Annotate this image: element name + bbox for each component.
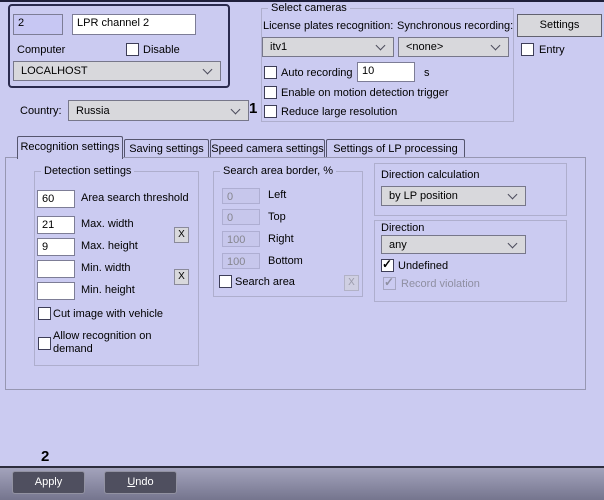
tab-speed-camera-settings[interactable]: Speed camera settings [210, 139, 325, 158]
direction-calculation-select[interactable]: by LP position [381, 186, 526, 206]
undefined-label: Undefined [398, 260, 448, 272]
chevron-down-icon [231, 104, 241, 114]
search-area-border-title: Search area border, % [220, 165, 336, 177]
annotation-marker-2: 2 [41, 448, 49, 465]
entry-checkbox[interactable] [521, 43, 534, 56]
chevron-down-icon [203, 65, 213, 75]
min-height-label: Min. height [81, 284, 135, 296]
lpr-camera-select[interactable]: itv1 [262, 37, 394, 57]
tab-recognition-settings[interactable]: Recognition settings [17, 136, 123, 159]
area-search-threshold-label: Area search threshold [81, 192, 189, 204]
max-width-label: Max. width [81, 218, 134, 230]
channel-name-field[interactable]: LPR channel 2 [72, 14, 196, 35]
motion-trigger-label: Enable on motion detection trigger [281, 87, 449, 99]
computer-select-value: LOCALHOST [21, 65, 88, 77]
tab-saving-settings[interactable]: Saving settings [124, 139, 209, 158]
sync-recording-select-value: <none> [406, 41, 443, 53]
search-area-top-field: 0 [222, 209, 260, 225]
disable-label: Disable [143, 44, 180, 56]
min-height-field[interactable] [37, 282, 75, 300]
auto-recording-label: Auto recording [281, 67, 353, 79]
reduce-resolution-checkbox[interactable] [264, 105, 277, 118]
sync-recording-select[interactable]: <none> [398, 37, 509, 57]
chevron-down-icon [491, 41, 501, 51]
cut-image-with-vehicle-label: Cut image with vehicle [53, 308, 163, 320]
check-icon: ✓ [384, 275, 394, 289]
settings-button[interactable]: Settings [517, 14, 602, 37]
direction-value: any [389, 239, 407, 251]
max-height-label: Max. height [81, 240, 138, 252]
reduce-resolution-label: Reduce large resolution [281, 106, 397, 118]
max-width-field[interactable]: 21 [37, 216, 75, 234]
check-icon: ✓ [382, 257, 392, 271]
record-violation-checkbox: ✓ [383, 277, 396, 290]
chevron-down-icon [376, 41, 386, 51]
clear-min-size-button[interactable]: X [174, 269, 189, 285]
country-label: Country: [20, 105, 62, 117]
cut-image-with-vehicle-checkbox[interactable] [38, 307, 51, 320]
select-cameras-title: Select cameras [268, 2, 350, 14]
channel-id-field[interactable]: 2 [13, 14, 63, 35]
record-violation-label: Record violation [401, 278, 480, 290]
entry-label: Entry [539, 44, 565, 56]
annotation-marker-1: 1 [249, 100, 257, 117]
lpr-camera-select-value: itv1 [270, 41, 287, 53]
search-area-label: Search area [235, 276, 295, 288]
lpr-channel-settings-dialog: 2 LPR channel 2 Computer Disable LOCALHO… [0, 0, 604, 500]
clear-max-size-button[interactable]: X [174, 227, 189, 243]
tab-settings-of-lp-processing[interactable]: Settings of LP processing [326, 139, 465, 158]
undo-button-rest: ndo [135, 476, 153, 488]
direction-calculation-value: by LP position [389, 190, 458, 202]
max-height-field[interactable]: 9 [37, 238, 75, 256]
direction-title: Direction [381, 222, 424, 234]
search-area-right-label: Right [268, 233, 294, 245]
motion-trigger-checkbox[interactable] [264, 86, 277, 99]
lpr-camera-label: License plates recognition: [263, 20, 393, 32]
search-area-checkbox[interactable] [219, 275, 232, 288]
apply-button[interactable]: Apply [12, 471, 85, 494]
allow-recognition-on-demand-label: Allow recognition on demand [53, 330, 171, 356]
search-area-right-field: 100 [222, 231, 260, 247]
undefined-checkbox[interactable]: ✓ [381, 259, 394, 272]
bottom-toolbar [0, 466, 604, 500]
search-area-top-label: Top [268, 211, 286, 223]
search-area-bottom-label: Bottom [268, 255, 303, 267]
country-select[interactable]: Russia [68, 100, 249, 121]
disable-checkbox[interactable] [126, 43, 139, 56]
chevron-down-icon [508, 238, 518, 248]
country-select-value: Russia [76, 105, 110, 117]
computer-select[interactable]: LOCALHOST [13, 61, 221, 81]
auto-recording-unit-label: s [424, 67, 430, 79]
auto-recording-checkbox[interactable] [264, 66, 277, 79]
clear-search-area-button: X [344, 275, 359, 291]
search-area-left-field: 0 [222, 188, 260, 204]
direction-calculation-title: Direction calculation [381, 169, 479, 181]
computer-label: Computer [17, 44, 65, 56]
chevron-down-icon [508, 190, 518, 200]
direction-select[interactable]: any [381, 235, 526, 254]
auto-recording-duration-field[interactable]: 10 [357, 62, 415, 82]
min-width-field[interactable] [37, 260, 75, 278]
area-search-threshold-field[interactable]: 60 [37, 190, 75, 208]
undo-button[interactable]: Undo [104, 471, 177, 494]
allow-recognition-on-demand-checkbox[interactable] [38, 337, 51, 350]
search-area-bottom-field: 100 [222, 253, 260, 269]
search-area-left-label: Left [268, 189, 286, 201]
sync-recording-label: Synchronous recording: [397, 20, 513, 32]
min-width-label: Min. width [81, 262, 131, 274]
detection-settings-title: Detection settings [41, 165, 134, 177]
